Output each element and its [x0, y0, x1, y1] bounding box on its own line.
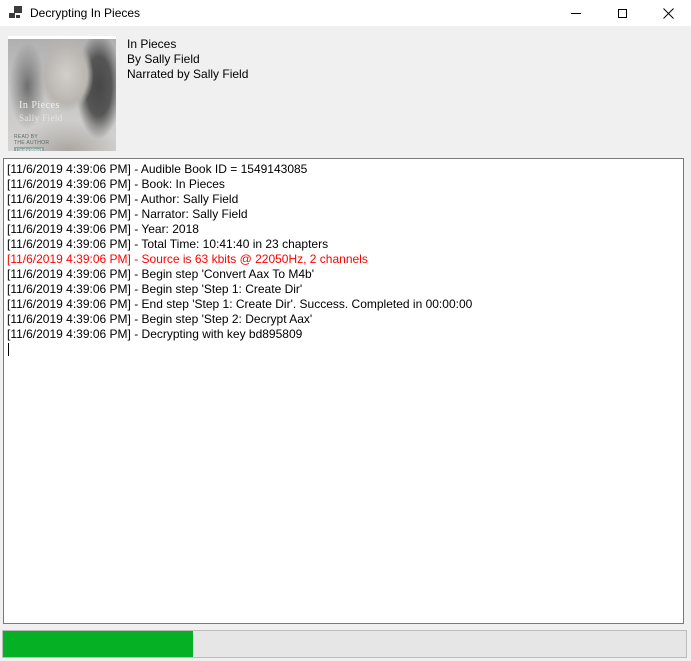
log-line: [11/6/2019 4:39:06 PM] - Begin step 'Ste…: [7, 312, 681, 327]
window-controls: [553, 0, 691, 26]
close-icon: [663, 8, 674, 19]
log-line: [11/6/2019 4:39:06 PM] - Begin step 'Con…: [7, 267, 681, 282]
cover-read-by-text: READ BY THE AUTHOR: [14, 134, 49, 146]
text-caret: [8, 343, 9, 356]
book-title: In Pieces: [127, 37, 248, 52]
log-line: [11/6/2019 4:39:06 PM] - Source is 63 kb…: [7, 252, 681, 267]
maximize-icon: [618, 9, 627, 18]
window-title: Decrypting In Pieces: [30, 6, 140, 20]
log-line: [11/6/2019 4:39:06 PM] - Author: Sally F…: [7, 192, 681, 207]
log-lines: [11/6/2019 4:39:06 PM] - Audible Book ID…: [7, 162, 681, 342]
minimize-button[interactable]: [553, 0, 599, 26]
maximize-button[interactable]: [599, 0, 645, 26]
cover-title-text: In Pieces: [19, 100, 60, 111]
progress-bar: [2, 630, 687, 658]
app-icon[interactable]: [8, 5, 24, 21]
book-cover-image: In Pieces Sally Field READ BY THE AUTHOR…: [8, 36, 116, 151]
log-line: [11/6/2019 4:39:06 PM] - Narrator: Sally…: [7, 207, 681, 222]
log-line: [11/6/2019 4:39:06 PM] - Book: In Pieces: [7, 177, 681, 192]
progress-fill: [3, 631, 193, 657]
log-line: [11/6/2019 4:39:06 PM] - End step 'Step …: [7, 297, 681, 312]
log-line: [11/6/2019 4:39:06 PM] - Begin step 'Ste…: [7, 282, 681, 297]
log-line: [11/6/2019 4:39:06 PM] - Year: 2018: [7, 222, 681, 237]
log-line: [11/6/2019 4:39:06 PM] - Audible Book ID…: [7, 162, 681, 177]
cover-author-text: Sally Field: [19, 113, 63, 123]
cover-edition-badge: Unabridged: [14, 147, 44, 151]
log-line: [11/6/2019 4:39:06 PM] - Total Time: 10:…: [7, 237, 681, 252]
log-textbox[interactable]: [11/6/2019 4:39:06 PM] - Audible Book ID…: [3, 158, 684, 624]
book-narrator: Narrated by Sally Field: [127, 67, 248, 82]
book-author: By Sally Field: [127, 52, 248, 67]
minimize-icon: [571, 13, 581, 14]
app-window: Decrypting In Pieces In Pieces Sally Fie…: [0, 0, 691, 661]
log-line: [11/6/2019 4:39:06 PM] - Decrypting with…: [7, 327, 681, 342]
book-info: In Pieces By Sally Field Narrated by Sal…: [127, 37, 248, 82]
close-button[interactable]: [645, 0, 691, 26]
title-bar[interactable]: Decrypting In Pieces: [0, 0, 691, 26]
